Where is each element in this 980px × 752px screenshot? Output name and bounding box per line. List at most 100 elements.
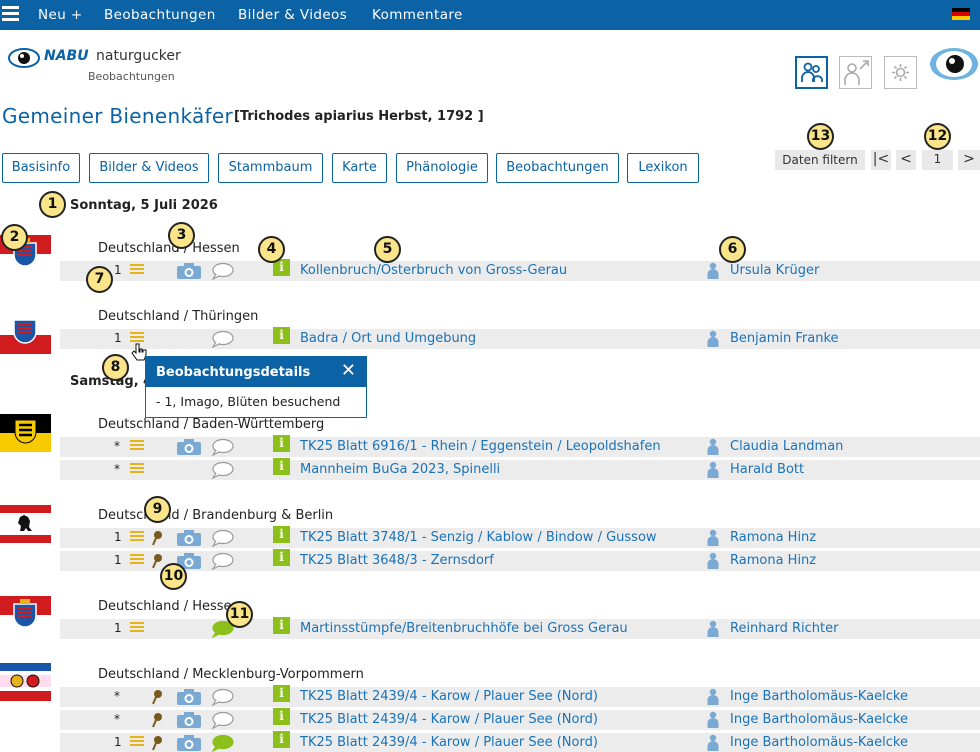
- comment-bubble-icon[interactable]: [210, 461, 234, 480]
- location-pin-icon[interactable]: [150, 553, 164, 569]
- location-link[interactable]: Kollenbruch/Österbruch von Gross-Gerau: [300, 263, 567, 278]
- first-page-button[interactable]: |<: [871, 150, 891, 170]
- observation-row: 1 i TK25 Blatt 3648/3 - Zernsdorf Ramona Hi…: [60, 549, 980, 571]
- comment-bubble-icon[interactable]: [210, 438, 234, 457]
- location-link[interactable]: TK25 Blatt 6916/1 - Rhein / Eggenstein /…: [300, 439, 661, 454]
- logo-brand: NABU: [44, 48, 89, 64]
- observation-row: * i TK25 Blatt 2439/4 - Karow / Plauer See…: [60, 685, 980, 707]
- camera-icon[interactable]: [176, 530, 202, 547]
- tab-media[interactable]: Bilder & Videos: [89, 153, 209, 183]
- people-button[interactable]: [795, 56, 828, 89]
- observation-count: 1: [114, 263, 122, 277]
- next-page-button[interactable]: >: [958, 150, 980, 170]
- observer-link[interactable]: Inge Bartholomäus-Kaelcke: [730, 689, 908, 704]
- observer-link[interactable]: Inge Bartholomäus-Kaelcke: [730, 735, 908, 750]
- details-list-icon[interactable]: [130, 463, 144, 477]
- tab-basisinfo[interactable]: Basisinfo: [2, 153, 80, 183]
- nav-media[interactable]: Bilder & Videos: [238, 7, 347, 23]
- naturgucker-eye-icon[interactable]: [928, 40, 980, 92]
- location-pin-icon[interactable]: [150, 712, 164, 728]
- page-number[interactable]: 1: [922, 150, 953, 170]
- close-icon[interactable]: ✕: [341, 360, 356, 381]
- details-list-icon[interactable]: [130, 554, 144, 568]
- callout-badge: 3: [168, 222, 195, 249]
- region-heading: Deutschland / Baden-Württemberg: [98, 417, 325, 432]
- person-arrow-icon: [844, 60, 869, 85]
- observer-link[interactable]: Harald Bott: [730, 462, 804, 477]
- info-icon[interactable]: i: [273, 435, 290, 452]
- camera-icon[interactable]: [176, 263, 202, 280]
- info-icon[interactable]: i: [273, 731, 290, 748]
- nav-observations[interactable]: Beobachtungen: [104, 7, 216, 23]
- location-link[interactable]: Mannheim BuGa 2023, Spinelli: [300, 462, 500, 477]
- location-pin-icon[interactable]: [150, 689, 164, 705]
- tab-stammbaum[interactable]: Stammbaum: [218, 153, 323, 183]
- callout-badge: 7: [86, 266, 113, 293]
- user-icon: [706, 438, 720, 455]
- region-flag-icon: [0, 505, 51, 543]
- callout-badge: 13: [807, 123, 834, 150]
- info-icon[interactable]: i: [273, 549, 290, 566]
- observer-link[interactable]: Benjamin Franke: [730, 331, 839, 346]
- location-pin-icon[interactable]: [150, 530, 164, 546]
- callout-badge: 1: [39, 191, 66, 218]
- observation-row: 1 i Kollenbruch/Österbruch von Gross-Gerau…: [60, 259, 980, 281]
- location-link[interactable]: Martinsstümpfe/Breitenbruchhöfe bei Gros…: [300, 621, 628, 636]
- observation-row: * i TK25 Blatt 2439/4 - Karow / Plauer See…: [60, 708, 980, 730]
- comment-bubble-icon[interactable]: [210, 262, 234, 281]
- location-pin-icon[interactable]: [150, 735, 164, 751]
- comment-bubble-icon[interactable]: [210, 529, 234, 548]
- menu-icon[interactable]: [2, 6, 19, 23]
- german-flag-icon[interactable]: [952, 8, 970, 20]
- filter-data-button[interactable]: Daten filtern: [775, 150, 865, 170]
- location-link[interactable]: TK25 Blatt 3648/3 - Zernsdorf: [300, 553, 494, 568]
- details-list-icon[interactable]: [130, 264, 144, 278]
- camera-icon[interactable]: [176, 735, 202, 752]
- details-list-icon[interactable]: [130, 622, 144, 636]
- observer-link[interactable]: Reinhard Richter: [730, 621, 838, 636]
- location-link[interactable]: Badra / Ort und Umgebung: [300, 331, 476, 346]
- region-flag-icon: [0, 414, 51, 452]
- info-icon[interactable]: i: [273, 617, 290, 634]
- camera-icon[interactable]: [176, 689, 202, 706]
- comment-bubble-icon[interactable]: [210, 711, 234, 730]
- info-icon[interactable]: i: [273, 708, 290, 725]
- settings-button[interactable]: [884, 56, 917, 89]
- location-link[interactable]: TK25 Blatt 2439/4 - Karow / Plauer See (…: [300, 712, 598, 727]
- comment-bubble-icon[interactable]: [210, 552, 234, 571]
- info-icon[interactable]: i: [273, 526, 290, 543]
- info-icon[interactable]: i: [273, 685, 290, 702]
- details-list-icon[interactable]: [130, 736, 144, 750]
- region-heading: Deutschland / Brandenburg & Berlin: [98, 508, 334, 523]
- location-link[interactable]: TK25 Blatt 2439/4 - Karow / Plauer See (…: [300, 689, 598, 704]
- observer-link[interactable]: Inge Bartholomäus-Kaelcke: [730, 712, 908, 727]
- observer-link[interactable]: Claudia Landman: [730, 439, 843, 454]
- comment-bubble-icon[interactable]: [210, 330, 234, 349]
- camera-icon[interactable]: [176, 439, 202, 456]
- observer-link[interactable]: Ursula Krüger: [730, 263, 819, 278]
- observation-row: 1 i TK25 Blatt 2439/4 - Karow / Plauer See…: [60, 731, 980, 752]
- details-list-icon[interactable]: [130, 531, 144, 545]
- tab-karte[interactable]: Karte: [332, 153, 387, 183]
- nabu-naturgucker-logo[interactable]: NABU naturgucker Beobachtungen: [6, 42, 206, 86]
- person-share-button[interactable]: [839, 56, 872, 89]
- comment-bubble-icon[interactable]: [210, 688, 234, 707]
- nav-comments[interactable]: Kommentare: [372, 7, 463, 23]
- observer-link[interactable]: Ramona Hinz: [730, 530, 816, 545]
- info-icon[interactable]: i: [273, 327, 290, 344]
- location-link[interactable]: TK25 Blatt 2439/4 - Karow / Plauer See (…: [300, 735, 598, 750]
- tab-beobachtungen[interactable]: Beobachtungen: [496, 153, 619, 183]
- location-link[interactable]: TK25 Blatt 3748/1 - Senzig / Kablow / Bi…: [300, 530, 657, 545]
- camera-icon[interactable]: [176, 712, 202, 729]
- observation-row: 1 i Martinsstümpfe/Breitenbruchhöfe bei Gr…: [60, 617, 980, 639]
- tab-phaenologie[interactable]: Phänologie: [396, 153, 488, 183]
- popup-title: Beobachtungsdetails: [146, 357, 366, 387]
- nav-new[interactable]: Neu +: [38, 7, 83, 23]
- prev-page-button[interactable]: <: [896, 150, 916, 170]
- tab-lexikon[interactable]: Lexikon: [627, 153, 699, 183]
- details-list-icon[interactable]: [130, 440, 144, 454]
- observation-count: 1: [114, 621, 122, 635]
- info-icon[interactable]: i: [273, 458, 290, 475]
- comment-bubble-icon[interactable]: [210, 734, 234, 752]
- observer-link[interactable]: Ramona Hinz: [730, 553, 816, 568]
